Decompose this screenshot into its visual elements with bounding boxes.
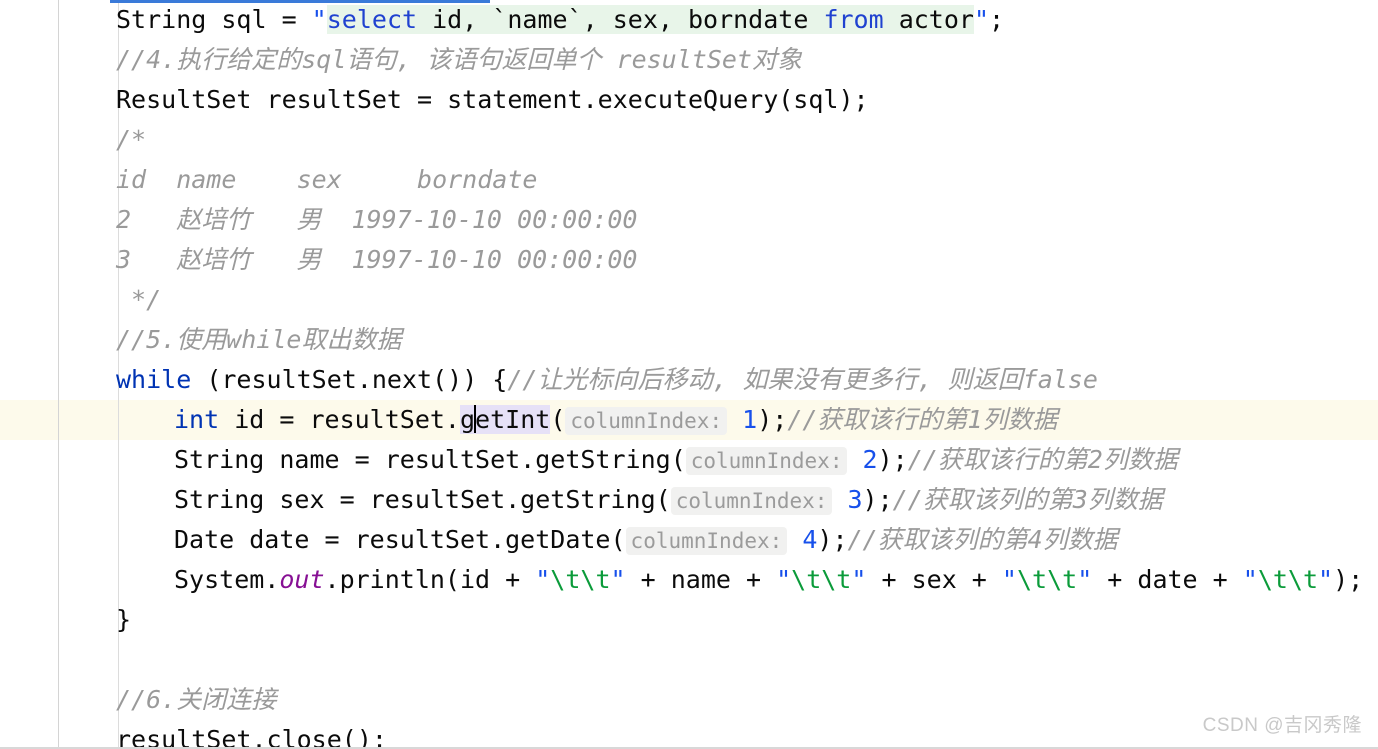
sql-keyword-token: select — [326, 5, 418, 34]
code-token: " — [1001, 565, 1017, 594]
escape-sequence-token: \t\t — [1016, 565, 1078, 594]
code-token: Date date = resultSet.getDate( — [174, 525, 626, 554]
code-comment: /* — [116, 125, 147, 154]
keyword-token: while — [116, 365, 192, 394]
sql-keyword-token: from — [823, 5, 884, 34]
line-resultset-close[interactable]: resultSet.close(); — [0, 720, 1378, 749]
line-get-string-name[interactable]: String name = resultSet.getString(column… — [0, 440, 1378, 480]
number-token: 4 — [802, 525, 818, 554]
static-field-token: out — [279, 565, 325, 594]
parameter-hint: columnIndex: — [670, 487, 833, 515]
line-sql-declaration[interactable]: String sql = "select id, `name`, sex, bo… — [0, 0, 1378, 40]
line-close-brace[interactable]: } — [0, 600, 1378, 640]
line-blank[interactable] — [0, 640, 1378, 680]
code-token: + sex + — [866, 565, 1002, 594]
code-token: ); — [1333, 565, 1364, 594]
code-comment: //获取该列的第4列数据 — [847, 525, 1118, 554]
code-token: " — [311, 5, 327, 34]
code-token: String sex = resultSet.getString( — [174, 485, 671, 514]
code-token: String name = resultSet.getString( — [174, 445, 686, 474]
code-token: ); — [877, 445, 908, 474]
parameter-hint: columnIndex: — [625, 527, 788, 555]
code-token: + date + — [1092, 565, 1243, 594]
line-comment-4[interactable]: //4.执行给定的sql语句, 该语句返回单个 resultSet对象 — [0, 40, 1378, 80]
code-editor[interactable]: String sql = "select id, `name`, sex, bo… — [0, 0, 1378, 749]
code-comment: 2 赵培竹 男 1997-10-10 00:00:00 — [116, 205, 638, 234]
code-comment: //获取该行的第2列数据 — [907, 445, 1178, 474]
code-token: " — [1318, 565, 1334, 594]
code-token: " — [973, 5, 990, 34]
code-token: " — [610, 565, 626, 594]
line-block-comment-row-2[interactable]: 2 赵培竹 男 1997-10-10 00:00:00 — [0, 200, 1378, 240]
code-token: id, `name`, sex, borndate — [417, 5, 824, 34]
number-token: 2 — [862, 445, 878, 474]
code-token: " — [535, 565, 551, 594]
code-token: resultSet.close(); — [116, 725, 387, 749]
number-token: 3 — [847, 485, 863, 514]
line-block-comment-row-3[interactable]: 3 赵培竹 男 1997-10-10 00:00:00 — [0, 240, 1378, 280]
line-comment-5[interactable]: //5.使用while取出数据 — [0, 320, 1378, 360]
code-token: " — [1242, 565, 1258, 594]
code-comment: 3 赵培竹 男 1997-10-10 00:00:00 — [116, 245, 638, 274]
code-token: (resultSet.next()) { — [191, 365, 508, 394]
code-lines-container[interactable]: String sql = "select id, `name`, sex, bo… — [0, 0, 1378, 749]
code-token: System. — [174, 565, 280, 594]
code-comment: //让光标向后移动, 如果没有更多行, 则返回false — [507, 365, 1098, 394]
csdn-watermark: CSDN @吉冈秀隆 — [1202, 715, 1362, 736]
line-get-string-sex[interactable]: String sex = resultSet.getString(columnI… — [0, 480, 1378, 520]
line-block-comment-open[interactable]: /* — [0, 120, 1378, 160]
line-comment-6[interactable]: //6.关闭连接 — [0, 680, 1378, 720]
number-token: 1 — [742, 405, 758, 434]
code-comment: //4.执行给定的sql语句, 该语句返回单个 resultSet对象 — [116, 45, 802, 74]
code-token: .println(id + — [324, 565, 536, 594]
code-token: id = resultSet. — [219, 405, 460, 434]
injected-sql-fragment: select id, `name`, sex, borndate from ac… — [326, 5, 974, 34]
code-comment: id name sex borndate — [116, 165, 538, 194]
code-comment: */ — [116, 285, 162, 314]
line-println[interactable]: System.out.println(id + "\t\t" + name + … — [0, 560, 1378, 600]
line-get-int[interactable]: int id = resultSet.getInt(columnIndex: 1… — [0, 400, 1378, 440]
code-token: } — [116, 605, 132, 634]
line-execute-query[interactable]: ResultSet resultSet = statement.executeQ… — [0, 80, 1378, 120]
line-block-comment-header[interactable]: id name sex borndate — [0, 160, 1378, 200]
code-token: actor — [883, 5, 974, 34]
code-token: String sql = — [116, 5, 312, 34]
text-caret — [474, 405, 477, 433]
highlighted-identifier-getint[interactable]: getInt — [459, 405, 551, 434]
code-token: ); — [757, 405, 788, 434]
escape-sequence-token: \t\t — [550, 565, 611, 594]
escape-sequence-token: \t\t — [1257, 565, 1319, 594]
code-token: ( — [550, 405, 566, 434]
code-token: ); — [817, 525, 848, 554]
code-token: " — [776, 565, 792, 594]
line-block-comment-close[interactable]: */ — [0, 280, 1378, 320]
keyword-token: int — [174, 405, 220, 434]
code-comment: //获取该列的第3列数据 — [892, 485, 1163, 514]
code-token: " — [851, 565, 867, 594]
code-token: ResultSet resultSet = statement.executeQ… — [116, 85, 869, 114]
line-while[interactable]: while (resultSet.next()) {//让光标向后移动, 如果没… — [0, 360, 1378, 400]
code-token: ); — [862, 485, 893, 514]
code-token: ; — [989, 5, 1005, 34]
code-token: " — [1077, 565, 1093, 594]
code-comment: //获取该行的第1列数据 — [787, 405, 1058, 434]
line-get-date[interactable]: Date date = resultSet.getDate(columnInde… — [0, 520, 1378, 560]
code-comment: //6.关闭连接 — [116, 685, 277, 714]
code-comment: //5.使用while取出数据 — [116, 325, 402, 354]
code-token: + name + — [625, 565, 777, 594]
escape-sequence-token: \t\t — [791, 565, 852, 594]
parameter-hint: columnIndex: — [685, 447, 848, 475]
parameter-hint: columnIndex: — [565, 407, 728, 435]
